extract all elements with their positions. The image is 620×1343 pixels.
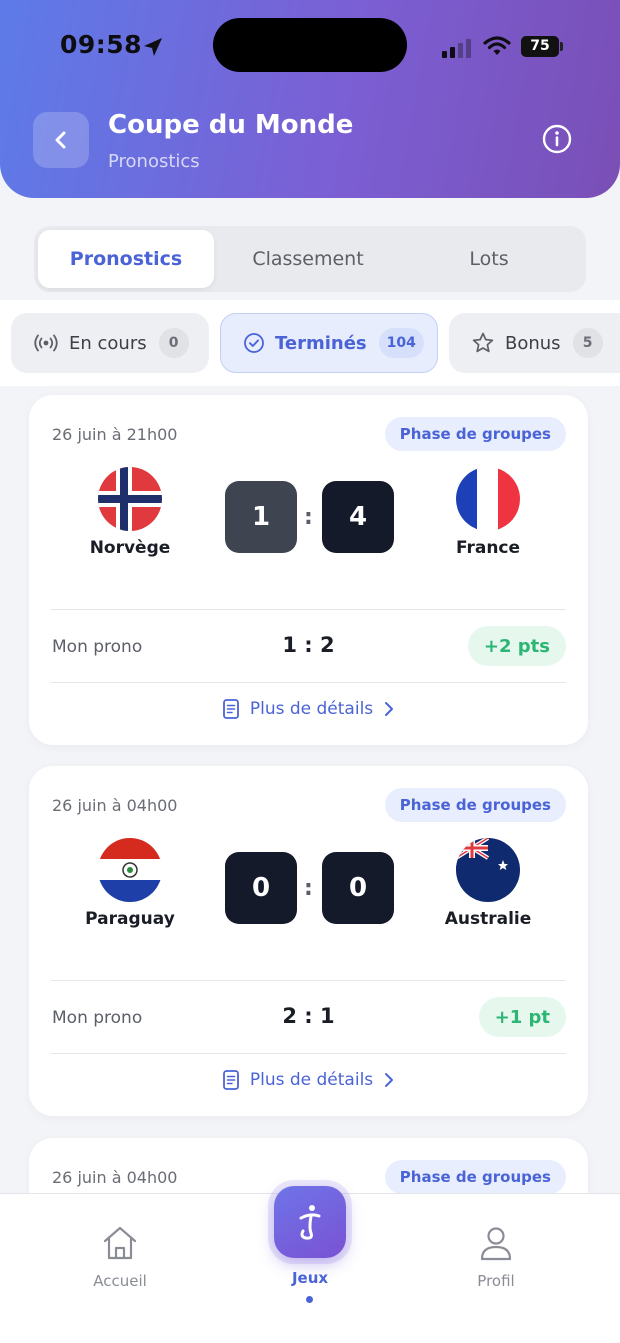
document-icon [222,699,239,719]
cellular-signal-icon [442,38,474,62]
paraguay-flag-icon [98,838,162,902]
australia-flag-icon [456,838,520,902]
details-label: Plus de détails [249,1070,374,1090]
live-icon [34,334,58,352]
filter-label: Bonus [505,332,561,354]
divider [51,609,566,610]
divider [51,980,566,981]
main-tabs: Pronostics Classement Lots [34,226,586,292]
games-icon [299,1205,321,1240]
filter-count: 0 [158,328,189,358]
app-header: 09:58 75 Coupe du Monde Pronostics [0,0,620,198]
match-card[interactable]: 26 juin à 21h00 Phase de groupes Norvège… [29,395,588,745]
location-arrow-icon [142,36,164,62]
home-score: 0 [225,852,297,924]
page-subtitle: Pronostics [108,151,200,172]
filter-count: 5 [572,328,603,358]
home-team-name: Paraguay [85,909,175,929]
home-team-name: Norvège [89,538,171,558]
filter-count: 104 [378,328,424,358]
details-link[interactable]: Plus de détails [29,1069,588,1091]
home-icon [103,1226,137,1260]
tab-lots[interactable]: Lots [400,230,578,288]
battery-tip [560,42,563,51]
filter-termines[interactable]: Terminés 104 [220,313,438,373]
active-indicator [306,1296,313,1303]
filter-bonus[interactable]: Bonus 5 [449,313,620,373]
star-icon [472,332,494,353]
away-team-name: Australie [444,909,532,929]
phase-badge: Phase de groupes [384,788,566,822]
france-flag-icon [456,467,520,531]
phase-badge: Phase de groupes [384,1160,566,1194]
match-date: 26 juin à 21h00 [52,425,178,444]
nav-label: Accueil [93,1272,147,1290]
divider [51,1053,566,1054]
filter-en-cours[interactable]: En cours 0 [11,313,209,373]
points-badge: +2 pts [467,626,566,666]
filter-bar: En cours 0 Terminés 104 Bonus 5 [0,300,620,386]
match-date: 26 juin à 04h00 [52,796,178,815]
bottom-navigation: Accueil Jeux Profil [0,1186,620,1343]
profile-icon [480,1227,512,1261]
points-badge: +1 pt [478,997,566,1037]
chevron-left-icon [55,131,66,149]
match-card[interactable]: 26 juin à 04h00 Phase de groupes Paragua… [29,766,588,1116]
chevron-right-icon [385,702,394,716]
dynamic-island [213,18,407,72]
back-button[interactable] [33,112,89,168]
home-score: 1 [225,481,297,553]
tab-pronostics[interactable]: Pronostics [38,230,214,288]
wifi-icon [483,35,511,61]
away-score: 0 [322,852,394,924]
tab-classement[interactable]: Classement [218,230,398,288]
battery-indicator: 75 [521,36,559,57]
nav-accueil[interactable]: Accueil [60,1224,180,1290]
nav-label: Jeux [291,1269,329,1287]
document-icon [222,1070,239,1090]
chevron-right-icon [385,1073,394,1087]
nav-profil[interactable]: Profil [436,1224,556,1290]
filter-label: Terminés [275,332,367,354]
divider [51,682,566,683]
norway-flag-icon [98,467,162,531]
status-time: 09:58 [60,30,143,59]
nav-label: Profil [477,1272,515,1290]
away-score: 4 [322,481,394,553]
details-label: Plus de détails [249,699,374,719]
info-icon[interactable] [541,123,573,159]
check-circle-icon [244,333,264,353]
away-team-name: France [455,538,521,558]
page-title: Coupe du Monde [108,110,354,140]
phase-badge: Phase de groupes [384,417,566,451]
details-link[interactable]: Plus de détails [29,698,588,720]
filter-label: En cours [69,332,147,354]
score-separator: : [304,505,313,530]
score-separator: : [304,876,313,901]
match-date: 26 juin à 04h00 [52,1168,178,1187]
nav-jeux[interactable] [274,1186,346,1258]
